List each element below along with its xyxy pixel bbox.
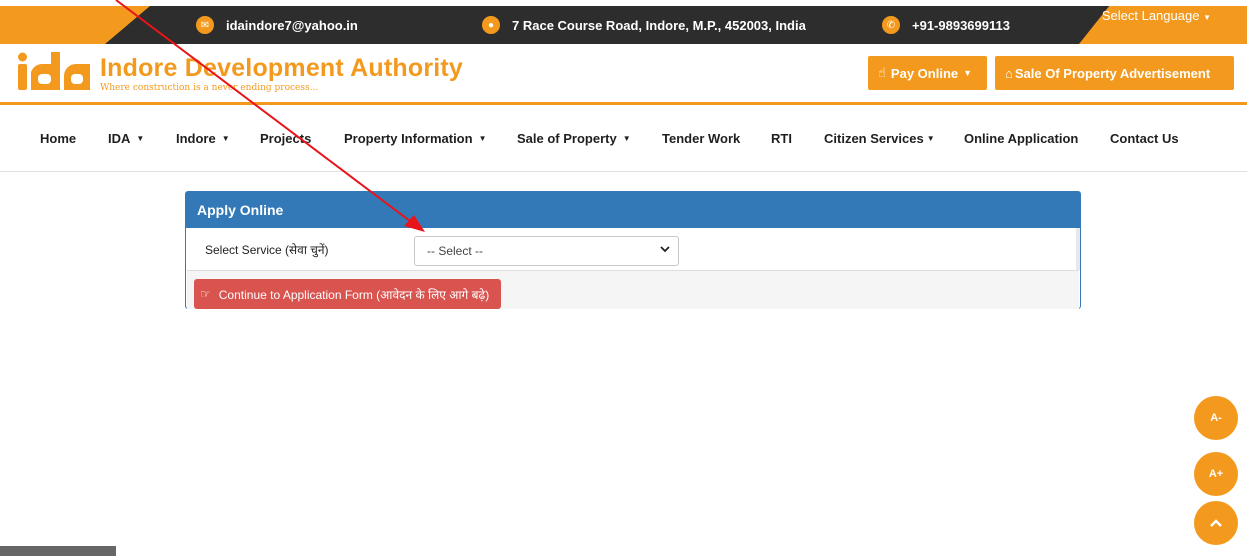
phone-icon: ✆ bbox=[882, 16, 900, 34]
status-bar bbox=[0, 546, 116, 556]
chevron-down-icon: ▼ bbox=[1203, 13, 1211, 22]
panel-heading: Apply Online bbox=[186, 192, 1080, 228]
nav-ida[interactable]: IDA ▼ bbox=[108, 105, 144, 171]
topbar-accent-left bbox=[0, 6, 150, 44]
address-text: 7 Race Course Road, Indore, M.P., 452003… bbox=[512, 17, 806, 33]
nav-label: Sale of Property bbox=[517, 130, 617, 146]
email-text: idaindore7@yahoo.in bbox=[226, 17, 358, 33]
continue-label: Continue to Application Form (आवेदन के ल… bbox=[218, 287, 490, 302]
chevron-down-icon: ▼ bbox=[926, 133, 935, 143]
hand-pointer-icon: ☝ bbox=[878, 65, 886, 80]
nav-label: Property Information bbox=[344, 130, 473, 146]
pay-online-label: Pay Online bbox=[890, 65, 959, 81]
font-decrease-button[interactable]: A- bbox=[1194, 396, 1238, 440]
chevron-up-icon bbox=[1210, 519, 1222, 527]
mail-icon: ✉ bbox=[196, 16, 214, 34]
nav-contact-us[interactable]: Contact Us bbox=[1110, 105, 1179, 171]
nav-online-application[interactable]: Online Application bbox=[964, 105, 1078, 171]
service-select[interactable]: -- Select -- bbox=[414, 236, 679, 266]
select-service-label: Select Service (सेवा चुनें) bbox=[205, 243, 329, 257]
top-info-bar: ✉ idaindore7@yahoo.in ● 7 Race Course Ro… bbox=[0, 6, 1247, 44]
chevron-down-icon: ▼ bbox=[136, 133, 145, 143]
pay-online-button[interactable]: ☝ Pay Online ▼ bbox=[868, 56, 987, 90]
topbar-phone[interactable]: ✆ +91-9893699113 bbox=[882, 6, 1010, 44]
nav-home[interactable]: Home bbox=[40, 105, 76, 171]
ida-logo-icon[interactable] bbox=[18, 52, 90, 92]
chevron-down-icon: ▼ bbox=[963, 68, 973, 78]
topbar-address: ● 7 Race Course Road, Indore, M.P., 4520… bbox=[482, 6, 806, 44]
language-selector[interactable]: Select Language ▼ bbox=[1102, 8, 1211, 23]
font-increase-button[interactable]: A+ bbox=[1194, 452, 1238, 496]
nav-label: Online Application bbox=[964, 130, 1079, 146]
language-label: Select Language bbox=[1101, 8, 1200, 23]
home-icon: ⌂ bbox=[1005, 65, 1013, 81]
sale-advertisement-button[interactable]: ⌂ Sale Of Property Advertisement bbox=[995, 56, 1234, 90]
topbar-email[interactable]: ✉ idaindore7@yahoo.in bbox=[196, 6, 358, 44]
font-decrease-label: A- bbox=[1210, 412, 1222, 424]
site-tagline: Where construction is a never ending pro… bbox=[100, 83, 319, 93]
phone-text: +91-9893699113 bbox=[912, 17, 1010, 33]
nav-label: Indore bbox=[176, 130, 216, 146]
nav-label: Contact Us bbox=[1110, 130, 1179, 146]
apply-online-panel: Apply Online Select Service (सेवा चुनें)… bbox=[185, 191, 1081, 309]
site-header: Indore Development Authority Where const… bbox=[0, 44, 1247, 105]
scroll-top-button[interactable] bbox=[1194, 501, 1238, 545]
nav-label: RTI bbox=[771, 130, 792, 146]
select-service-row: Select Service (सेवा चुनें) -- Select -- bbox=[187, 228, 1080, 270]
chevron-down-icon: ▼ bbox=[478, 133, 487, 143]
continue-button[interactable]: ☞ Continue to Application Form (आवेदन के… bbox=[194, 279, 502, 309]
font-increase-label: A+ bbox=[1208, 468, 1224, 480]
location-pin-icon: ● bbox=[482, 16, 500, 34]
nav-rti[interactable]: RTI bbox=[771, 105, 792, 171]
nav-tender-work[interactable]: Tender Work bbox=[662, 105, 740, 171]
nav-indore[interactable]: Indore ▼ bbox=[176, 105, 230, 171]
main-navigation: Home IDA ▼ Indore ▼ Projects Property Info… bbox=[0, 105, 1247, 172]
sale-advertisement-label: Sale Of Property Advertisement bbox=[1014, 65, 1211, 81]
nav-projects[interactable]: Projects bbox=[260, 105, 311, 171]
nav-label: IDA bbox=[108, 130, 131, 146]
site-title[interactable]: Indore Development Authority bbox=[100, 54, 463, 83]
nav-property-information[interactable]: Property Information ▼ bbox=[344, 105, 487, 171]
nav-label: Tender Work bbox=[662, 130, 741, 146]
chevron-down-icon: ▼ bbox=[622, 133, 631, 143]
nav-sale-of-property[interactable]: Sale of Property ▼ bbox=[517, 105, 631, 171]
chevron-down-icon bbox=[660, 246, 670, 253]
nav-label: Home bbox=[40, 130, 77, 146]
panel-footer: ☞ Continue to Application Form (आवेदन के… bbox=[187, 270, 1079, 309]
nav-label: Citizen Services bbox=[824, 130, 924, 146]
chevron-down-icon: ▼ bbox=[221, 133, 230, 143]
nav-citizen-services[interactable]: Citizen Services ▼ bbox=[824, 105, 935, 171]
hand-pointer-icon: ☞ bbox=[200, 287, 211, 301]
service-select-value: -- Select -- bbox=[427, 244, 484, 258]
nav-label: Projects bbox=[260, 130, 312, 146]
